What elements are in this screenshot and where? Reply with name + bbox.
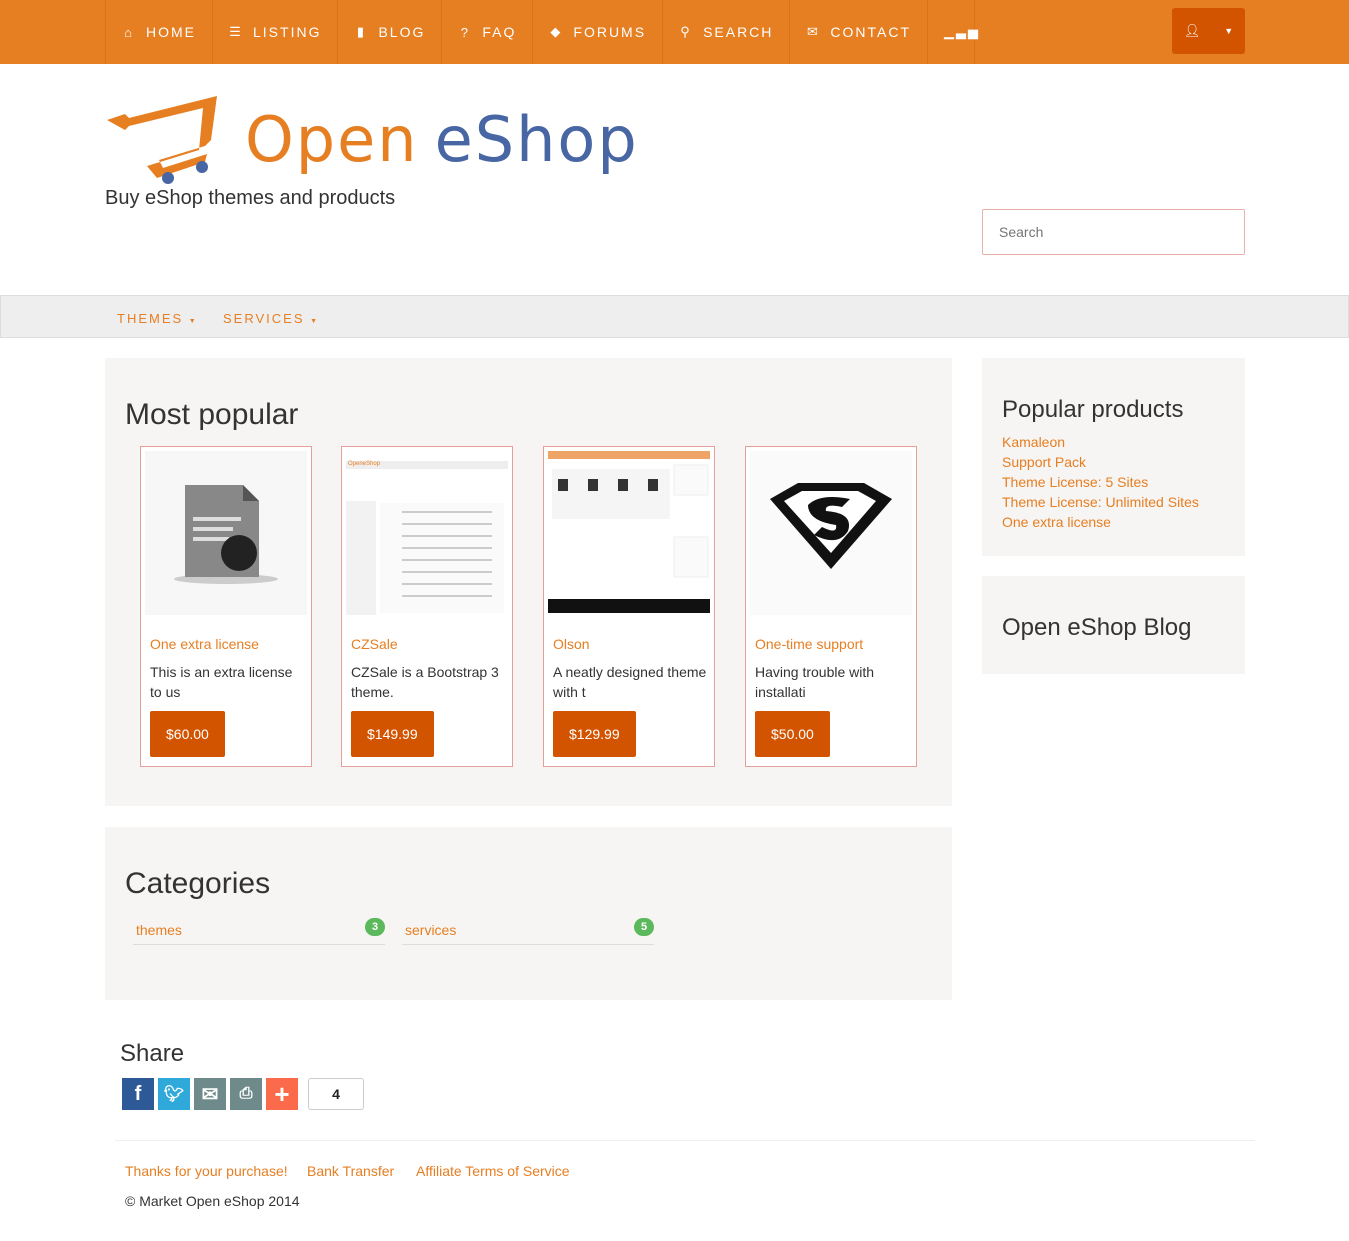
price-button[interactable]: $149.99	[351, 711, 434, 757]
email-share-icon[interactable]: ✉	[194, 1078, 226, 1110]
search-input[interactable]	[982, 209, 1245, 255]
nav-contact[interactable]: ✉ CONTACT	[790, 0, 929, 64]
search-icon: ⚲	[680, 24, 692, 39]
product-description: Having trouble with installati	[755, 664, 875, 700]
nav-home[interactable]: ⌂ HOME	[106, 0, 213, 64]
popular-products-panel: Popular products Kamaleon Support Pack T…	[982, 358, 1245, 556]
themes-dropdown[interactable]: THEMES ▼	[117, 311, 198, 326]
popular-product-link[interactable]: Support Pack	[1002, 452, 1225, 472]
nav-faq[interactable]: ? FAQ	[442, 0, 534, 64]
nav-blog[interactable]: ▮ BLOG	[338, 0, 443, 64]
product-image[interactable]	[548, 451, 710, 615]
product-description: A neatly designed theme with t	[553, 664, 707, 700]
file-icon: ▮	[356, 24, 367, 39]
footer-link-bank-transfer[interactable]: Bank Transfer	[307, 1163, 394, 1179]
home-icon: ⌂	[124, 24, 134, 40]
product-card[interactable]: One-time support Having trouble with inst…	[745, 446, 917, 767]
product-title[interactable]: One extra license	[150, 636, 259, 652]
footer-link-affiliate-terms[interactable]: Affiliate Terms of Service	[416, 1163, 570, 1179]
user-icon: 👤︎	[1183, 23, 1201, 38]
price-button[interactable]: $60.00	[150, 711, 225, 757]
popular-product-link[interactable]: Theme License: Unlimited Sites	[1002, 492, 1225, 512]
count-badge: 3	[365, 918, 385, 936]
popular-product-link[interactable]: One extra license	[1002, 512, 1225, 532]
services-dropdown[interactable]: SERVICES ▼	[223, 311, 319, 326]
category-services[interactable]: services 5	[402, 917, 654, 945]
product-description: CZSale is a Bootstrap 3 theme.	[351, 664, 499, 700]
blog-panel: Open eShop Blog	[982, 576, 1245, 674]
categories-panel: Categories	[105, 827, 952, 1000]
list-icon: ☰	[229, 24, 243, 39]
popular-products-title: Popular products	[1002, 396, 1184, 423]
site-tagline: Buy eShop themes and products	[105, 187, 396, 209]
question-icon: ?	[460, 24, 470, 40]
cart-logo-icon	[107, 96, 217, 184]
categories-title: Categories	[125, 867, 271, 900]
print-share-icon[interactable]: ⎙	[230, 1078, 262, 1110]
category-themes[interactable]: themes 3	[133, 917, 385, 945]
count-badge: 5	[634, 918, 654, 936]
twitter-share-icon[interactable]: 🐦︎	[158, 1078, 190, 1110]
svg-text:OpeneShop: OpeneShop	[348, 461, 381, 467]
more-share-icon[interactable]: +	[266, 1078, 298, 1110]
product-title[interactable]: Olson	[553, 636, 590, 652]
category-navbar: THEMES ▼ SERVICES ▼	[0, 295, 1349, 338]
caret-down-icon: ▼	[188, 318, 198, 325]
product-card[interactable]: Olson A neatly designed theme with t $129.…	[543, 446, 715, 767]
envelope-icon: ✉	[806, 24, 820, 39]
user-menu-button[interactable]: 👤︎ ▼	[1172, 8, 1245, 54]
popular-product-link[interactable]: Kamaleon	[1002, 432, 1225, 452]
signal-icon: ▁▃▅	[944, 24, 981, 39]
product-image[interactable]	[145, 451, 307, 615]
facebook-share-icon[interactable]: f	[122, 1078, 154, 1110]
product-description: This is an extra license to us	[150, 664, 293, 700]
product-card[interactable]: OpeneShop CZSale CZSale is a Bootstrap 3 t…	[341, 446, 513, 767]
share-count: 4	[308, 1078, 364, 1110]
share-title: Share	[120, 1040, 185, 1067]
most-popular-title: Most popular	[125, 398, 299, 431]
product-image[interactable]	[750, 451, 912, 615]
nav-forums[interactable]: ◆ FORUMS	[533, 0, 664, 64]
nav-listing[interactable]: ☰ LISTING	[213, 0, 339, 64]
price-button[interactable]: $129.99	[553, 711, 636, 757]
nav-stats[interactable]: ▁▃▅	[928, 0, 981, 64]
product-title[interactable]: CZSale	[351, 636, 398, 652]
product-title[interactable]: One-time support	[755, 636, 863, 652]
site-logo[interactable]: Open eShop	[105, 94, 639, 184]
nav-search[interactable]: ⚲ SEARCH	[663, 0, 791, 64]
product-image[interactable]: OpeneShop	[346, 451, 508, 615]
copyright: © Market Open eShop 2014	[125, 1193, 300, 1209]
caret-down-icon: ▼	[1224, 26, 1234, 36]
product-card[interactable]: One extra license This is an extra licens…	[140, 446, 312, 767]
price-button[interactable]: $50.00	[755, 711, 830, 757]
footer-divider	[115, 1140, 1255, 1141]
tag-icon: ◆	[550, 24, 563, 39]
caret-down-icon: ▼	[310, 318, 320, 325]
top-navbar: ⌂ HOME ☰ LISTING ▮ BLOG ? FAQ ◆ FORUMS ⚲ SEARC…	[0, 0, 1349, 64]
footer-link-thanks[interactable]: Thanks for your purchase!	[125, 1163, 288, 1179]
blog-title: Open eShop Blog	[1002, 614, 1192, 641]
popular-product-link[interactable]: Theme License: 5 Sites	[1002, 472, 1225, 492]
